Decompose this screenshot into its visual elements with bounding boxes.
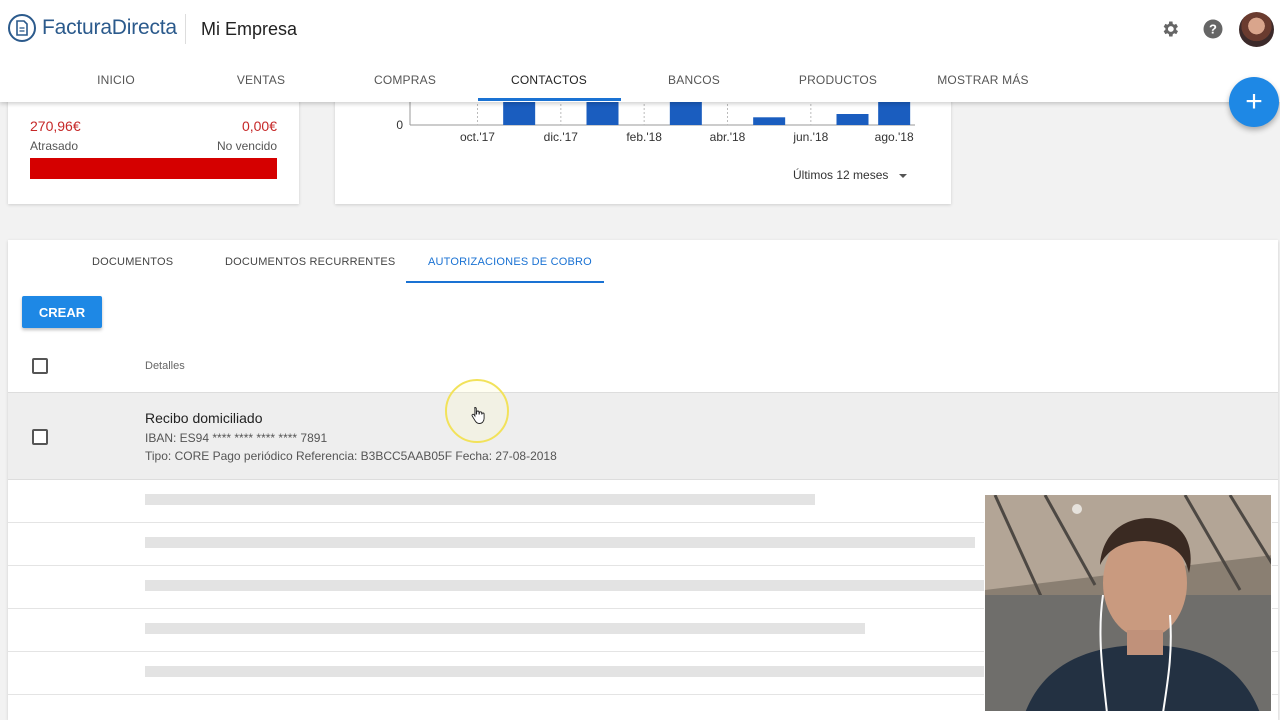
chart-bar[interactable] [836,114,869,125]
brand-name: FacturaDirecta [42,16,177,39]
nav-item-inicio[interactable]: INICIO [97,73,135,87]
document-icon [8,14,36,42]
chart-x-tick-label: ago.'18 [875,130,914,144]
add-button[interactable]: + [1229,77,1279,127]
webcam-overlay [984,494,1272,712]
activity-chart: 0 oct.'17 dic.'17 feb.'18 abr.'18 jun.'18 ago.… [396,92,915,144]
app-header: FacturaDirecta Mi Empresa ? INICIO VENTA… [0,0,1280,102]
chart-bar[interactable] [753,117,786,125]
activity-chart-card: 0 oct.'17 dic.'17 feb.'18 abr.'18 jun.'18 ago.… [335,92,951,204]
loading-placeholder [145,666,1005,677]
tab-active-indicator [406,281,604,283]
tab-documentos[interactable]: DOCUMENTOS [92,256,173,268]
chart-x-tick-label: abr.'18 [710,130,746,144]
nav-active-indicator [478,98,621,101]
chart-x-tick-label: dic.'17 [544,130,579,144]
row-checkbox[interactable] [32,429,48,445]
chart-bar[interactable] [669,98,702,125]
table-row[interactable]: Recibo domiciliado IBAN: ES94 **** **** … [8,392,1278,480]
chart-x-tick-label: feb.'18 [626,130,662,144]
tab-autorizaciones-de-cobro[interactable]: AUTORIZACIONES DE COBRO [428,256,592,268]
brand-logo[interactable]: FacturaDirecta [8,14,177,42]
nav-item-mostrar-mas[interactable]: MOSTRAR MÁS [937,73,1029,87]
range-select-label: Últimos 12 meses [793,168,889,182]
row-title: Recibo domiciliado [145,410,263,426]
overdue-amount: 270,96€ [30,118,81,134]
range-select[interactable]: Últimos 12 meses [793,168,908,182]
nav-item-contactos[interactable]: CONTACTOS [511,73,587,87]
nav-item-bancos[interactable]: BANCOS [668,73,720,87]
loading-placeholder [145,580,1005,591]
chart-y-tick-label: 0 [396,118,403,132]
row-iban: IBAN: ES94 **** **** **** **** 7891 [145,431,328,445]
not-due-amount: 0,00€ [241,118,277,134]
overdue-label: Atrasado [30,139,79,153]
hand-cursor-icon [471,406,485,429]
main-nav: INICIO VENTAS COMPRAS CONTACTOS BANCOS P… [0,62,1280,102]
company-name[interactable]: Mi Empresa [201,19,297,40]
loading-placeholder [145,494,815,505]
nav-item-ventas[interactable]: VENTAS [237,73,285,87]
svg-text:?: ? [1209,22,1217,37]
balance-card: 270,96€ 0,00€ Atrasado No vencido [8,92,299,204]
create-button[interactable]: CREAR [22,296,102,328]
presenter-video [985,495,1271,711]
overdue-progress-bar [30,158,277,179]
nav-item-productos[interactable]: PRODUCTOS [799,73,877,87]
header-divider [185,14,186,44]
user-avatar[interactable] [1239,12,1274,47]
plus-icon: + [1245,85,1263,118]
nav-item-compras[interactable]: COMPRAS [374,73,436,87]
select-all-checkbox[interactable] [32,358,48,374]
not-due-label: No vencido [216,139,277,153]
loading-placeholder [145,623,865,634]
help-icon[interactable]: ? [1202,18,1224,40]
row-meta: Tipo: CORE Pago periódico Referencia: B3… [145,449,557,463]
loading-placeholder [145,537,975,548]
tab-documentos-recurrentes[interactable]: DOCUMENTOS RECURRENTES [225,256,395,268]
caret-down-icon [898,168,908,182]
gear-icon[interactable] [1159,18,1181,40]
chart-x-tick-label: oct.'17 [460,130,495,144]
column-header-detalles: Detalles [145,360,185,372]
chart-x-tick-label: jun.'18 [792,130,828,144]
